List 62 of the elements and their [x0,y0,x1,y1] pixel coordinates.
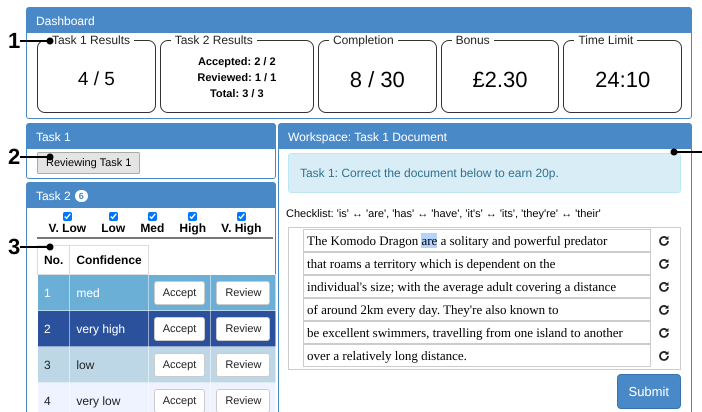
review-button[interactable]: Review [216,388,270,412]
filter-checkbox[interactable] [188,212,198,221]
card-legend: Completion [328,33,398,47]
card-value: £2.30 [471,66,528,92]
filter-label: V. Low [48,221,86,235]
accept-button[interactable]: Accept [154,388,206,412]
reviewing-button[interactable]: Reviewing Task 1 [37,152,140,174]
filter-label: V. High [221,221,262,235]
text-line-field[interactable]: that roams a territory which is dependent on the [303,252,651,275]
filter-checkbox[interactable] [62,212,72,221]
review-button[interactable]: Review [216,316,270,340]
callout-number: 1 [8,30,20,52]
card-value: 4 / 5 [76,68,116,90]
filter-checkbox[interactable] [108,212,118,221]
review-button[interactable]: Review [216,280,270,304]
text-line-field[interactable]: be excellent swimmers, travelling from one island to another [303,321,651,344]
table-row[interactable]: 4 very low Accept Review [38,382,276,412]
refresh-icon[interactable] [658,350,670,362]
text-line-field[interactable]: individual's size; with the average adult covering a distance [303,275,651,298]
refresh-icon[interactable] [658,304,670,316]
table-row[interactable]: 2 very high Accept Review [38,310,276,346]
callout-number: 3 [8,236,20,258]
refresh-icon[interactable] [658,234,670,246]
refresh-icon[interactable] [658,280,670,292]
card-value: 24:10 [594,66,652,92]
card-legend: Task 1 Results [48,33,134,47]
card-value: 8 / 30 [348,66,406,92]
filter-label: Med [140,221,164,235]
accept-button[interactable]: Accept [154,316,206,340]
accept-button[interactable]: Accept [154,280,206,304]
card-legend: Task 2 Results [170,33,257,47]
refresh-icon[interactable] [658,326,670,338]
leader-line [670,148,702,156]
panel-header: Dashboard [27,8,691,33]
refresh-icon[interactable] [658,258,670,270]
card-legend: Time Limit [574,33,638,47]
table-row[interactable]: 1 med Accept Review [38,274,276,310]
panel-header: Task 1 [27,124,275,149]
info-alert: Task 1: Correct the document below to earn 20p. [288,153,681,193]
card-legend: Bonus [452,33,494,47]
text-line-field[interactable]: over a relatively long distance. [303,344,651,367]
table-cell: 4 [38,382,70,412]
column-header: Confidence [70,246,148,274]
filter-checkbox[interactable] [236,212,246,221]
text-line-field[interactable]: of around 2km every day. They're also known to [303,298,651,321]
panel-title: Task 2 [36,188,71,202]
text-line-field[interactable]: The Komodo Dragon are a solitary and powerful predator [303,229,651,252]
leader-line [20,243,54,251]
count-badge: 6 [74,190,88,202]
callout-number: 2 [8,146,20,168]
card-line: Total: 3 / 3 [210,88,264,100]
filter-label: Low [101,221,126,235]
table-row[interactable]: 3 low Accept Review [38,346,276,382]
checklist-text: Checklist: 'is' ↔ 'are', 'has' ↔ 'have', 'it's' ↔ 'its', 'they're' ↔ 'their' [285,207,602,222]
card-line: Reviewed: 1 / 1 [197,72,276,84]
submit-button[interactable]: Submit [616,374,681,409]
filter-checkbox[interactable] [148,212,157,221]
panel-header: Workspace: Task 1 Document [279,124,691,149]
accept-button[interactable]: Accept [154,352,206,376]
card-line: Accepted: 2 / 2 [198,56,276,68]
review-button[interactable]: Review [216,352,270,376]
filter-label: High [179,221,206,235]
